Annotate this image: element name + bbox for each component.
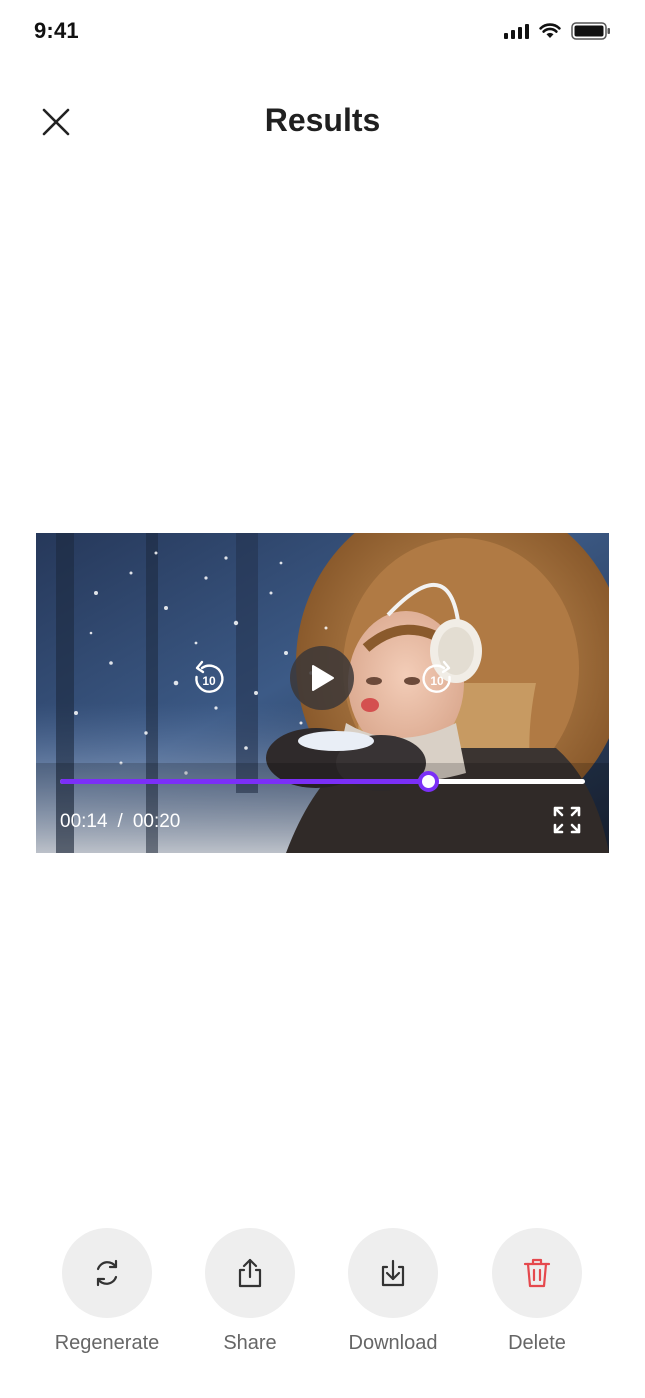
status-icons bbox=[504, 22, 611, 40]
playback-controls: 10 10 bbox=[36, 533, 609, 833]
download-label: Download bbox=[348, 1332, 438, 1354]
play-button[interactable] bbox=[290, 646, 354, 710]
action-bar: Regenerate Share Download Delete bbox=[0, 1228, 645, 1368]
trash-icon bbox=[523, 1258, 551, 1288]
regenerate-button[interactable]: Regenerate bbox=[42, 1228, 172, 1355]
share-icon bbox=[238, 1258, 262, 1288]
progress-thumb[interactable] bbox=[417, 771, 439, 792]
rewind-button[interactable]: 10 bbox=[190, 660, 228, 698]
download-button[interactable]: Download bbox=[328, 1228, 458, 1355]
download-icon bbox=[381, 1259, 405, 1287]
page-title: Results bbox=[264, 102, 381, 138]
play-icon bbox=[312, 665, 334, 691]
wifi-icon bbox=[539, 23, 561, 39]
share-button[interactable]: Share bbox=[185, 1228, 315, 1355]
video-player[interactable]: 10 10 00:14 / 00:20 bbox=[36, 533, 609, 853]
current-time: 00:14 bbox=[60, 811, 108, 832]
forward-10-icon: 10 bbox=[422, 660, 451, 693]
delete-circle bbox=[492, 1228, 582, 1318]
fullscreen-button[interactable] bbox=[552, 805, 582, 835]
delete-label: Delete bbox=[508, 1332, 566, 1354]
download-circle bbox=[348, 1228, 438, 1318]
regenerate-icon bbox=[96, 1259, 118, 1287]
header: Results bbox=[0, 80, 645, 160]
delete-button[interactable]: Delete bbox=[472, 1228, 602, 1355]
share-label: Share bbox=[223, 1332, 277, 1354]
time-display: 00:14 / 00:20 bbox=[60, 811, 180, 833]
cellular-signal-icon bbox=[504, 23, 529, 39]
battery-icon bbox=[571, 22, 611, 40]
forward-seconds: 10 bbox=[430, 674, 444, 688]
fullscreen-icon bbox=[553, 806, 581, 834]
rewind-10-icon: 10 bbox=[195, 660, 224, 693]
forward-button[interactable]: 10 bbox=[418, 660, 456, 698]
time-separator: / bbox=[117, 811, 123, 832]
share-circle bbox=[205, 1228, 295, 1318]
regenerate-label: Regenerate bbox=[54, 1332, 160, 1354]
status-bar: 9:41 bbox=[0, 0, 645, 64]
status-time: 9:41 bbox=[34, 18, 79, 43]
progress-fill bbox=[60, 779, 428, 784]
progress-bar[interactable] bbox=[60, 771, 585, 792]
regenerate-circle bbox=[62, 1228, 152, 1318]
rewind-seconds: 10 bbox=[202, 674, 216, 688]
duration: 00:20 bbox=[132, 811, 181, 832]
